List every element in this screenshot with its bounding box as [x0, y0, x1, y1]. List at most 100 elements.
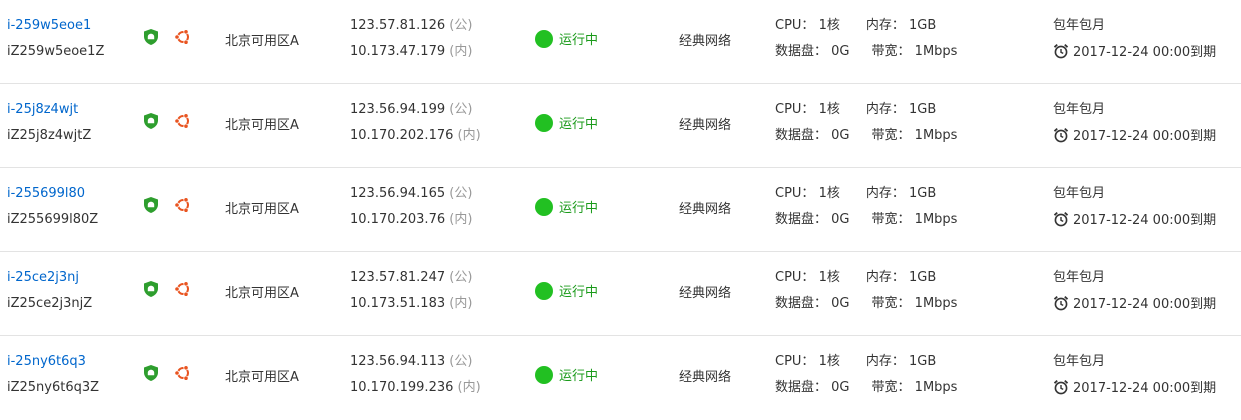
spec-cell: CPU： 1核 内存： 1GB 数据盘： 0G 带宽： 1Mbps — [775, 336, 1035, 420]
spec-line-2: 数据盘： 0G 带宽： 1Mbps — [775, 380, 958, 395]
instance-id-cell: i-25j8z4wjt iZ25j8z4wjtZ — [7, 84, 137, 168]
private-ip: 10.173.51.183 (内) — [350, 296, 473, 311]
spec-line-2: 数据盘： 0G 带宽： 1Mbps — [775, 128, 958, 143]
private-ip: 10.173.47.179 (内) — [350, 44, 473, 59]
instance-hostname: iZ259w5eoe1Z — [7, 44, 105, 59]
spec-line-1: CPU： 1核 内存： 1GB — [775, 18, 937, 33]
ubuntu-icon — [174, 364, 192, 382]
status-indicator: 运行中 — [535, 197, 598, 216]
spec-line-1: CPU： 1核 内存： 1GB — [775, 354, 937, 369]
instance-id-link[interactable]: i-25ce2j3nj — [7, 269, 79, 287]
public-ip: 123.56.94.165 (公) — [350, 186, 473, 201]
public-ip: 123.57.81.247 (公) — [350, 270, 473, 285]
status-text: 运行中 — [559, 369, 599, 384]
instance-hostname: iZ25ce2j3njZ — [7, 296, 93, 311]
shield-icon[interactable] — [142, 364, 160, 382]
billing-type: 包年包月 — [1053, 354, 1106, 369]
table-row: i-255699l80 iZ255699l80Z 北京可用区A 123.56.9… — [0, 168, 1241, 252]
status-indicator: 运行中 — [535, 29, 598, 48]
status-dot-icon — [535, 365, 553, 384]
spec-line-1: CPU： 1核 内存： 1GB — [775, 102, 937, 117]
status-indicator: 运行中 — [535, 281, 598, 300]
status-text: 运行中 — [559, 33, 599, 48]
table-row: i-25ce2j3nj iZ25ce2j3njZ 北京可用区A 123.57.8… — [0, 252, 1241, 336]
billing-cell: 包年包月 2017-12-24 00:00到期 — [1053, 336, 1238, 420]
billing-type: 包年包月 — [1053, 102, 1106, 117]
billing-type: 包年包月 — [1053, 18, 1106, 33]
alarm-clock-icon — [1053, 379, 1069, 395]
ubuntu-icon — [174, 112, 192, 130]
instance-table: i-259w5eoe1 iZ259w5eoe1Z 北京可用区A 123.57.8… — [0, 0, 1241, 420]
network-type: 经典网络 — [679, 118, 732, 133]
spec-cell: CPU： 1核 内存： 1GB 数据盘： 0G 带宽： 1Mbps — [775, 0, 1035, 84]
shield-icon[interactable] — [142, 280, 160, 298]
zone-text: 北京可用区A — [225, 34, 299, 49]
network-type: 经典网络 — [679, 286, 732, 301]
public-ip: 123.56.94.199 (公) — [350, 102, 473, 117]
instance-id-link[interactable]: i-255699l80 — [7, 185, 85, 203]
billing-type: 包年包月 — [1053, 270, 1106, 285]
status-indicator: 运行中 — [535, 113, 598, 132]
status-dot-icon — [535, 197, 553, 216]
spec-line-1: CPU： 1核 内存： 1GB — [775, 186, 937, 201]
alarm-clock-icon — [1053, 211, 1069, 227]
ip-cell: 123.57.81.126 (公) 10.173.47.179 (内) — [350, 0, 530, 84]
alarm-clock-icon — [1053, 295, 1069, 311]
alarm-clock-icon — [1053, 43, 1069, 59]
private-ip: 10.170.202.176 (内) — [350, 128, 481, 143]
network-type: 经典网络 — [679, 370, 732, 385]
public-ip: 123.56.94.113 (公) — [350, 354, 473, 369]
shield-icon[interactable] — [142, 112, 160, 130]
ubuntu-icon — [174, 28, 192, 46]
ip-cell: 123.56.94.113 (公) 10.170.199.236 (内) — [350, 336, 530, 420]
private-ip: 10.170.199.236 (内) — [350, 380, 481, 395]
zone-text: 北京可用区A — [225, 202, 299, 217]
billing-cell: 包年包月 2017-12-24 00:00到期 — [1053, 84, 1238, 168]
spec-cell: CPU： 1核 内存： 1GB 数据盘： 0G 带宽： 1Mbps — [775, 168, 1035, 252]
ip-cell: 123.56.94.165 (公) 10.170.203.76 (内) — [350, 168, 530, 252]
instance-hostname: iZ25ny6t6q3Z — [7, 380, 100, 395]
zone-text: 北京可用区A — [225, 370, 299, 385]
billing-cell: 包年包月 2017-12-24 00:00到期 — [1053, 0, 1238, 84]
spec-line-2: 数据盘： 0G 带宽： 1Mbps — [775, 212, 958, 227]
expire-date: 2017-12-24 00:00到期 — [1053, 127, 1216, 146]
instance-id-link[interactable]: i-259w5eoe1 — [7, 17, 91, 35]
zone-text: 北京可用区A — [225, 286, 299, 301]
instance-id-link[interactable]: i-25j8z4wjt — [7, 101, 78, 119]
status-dot-icon — [535, 29, 553, 48]
status-text: 运行中 — [559, 285, 599, 300]
expire-date: 2017-12-24 00:00到期 — [1053, 379, 1216, 398]
status-indicator: 运行中 — [535, 365, 598, 384]
spec-cell: CPU： 1核 内存： 1GB 数据盘： 0G 带宽： 1Mbps — [775, 84, 1035, 168]
spec-line-1: CPU： 1核 内存： 1GB — [775, 270, 937, 285]
status-dot-icon — [535, 281, 553, 300]
expire-date: 2017-12-24 00:00到期 — [1053, 295, 1216, 314]
zone-text: 北京可用区A — [225, 118, 299, 133]
spec-cell: CPU： 1核 内存： 1GB 数据盘： 0G 带宽： 1Mbps — [775, 252, 1035, 336]
instance-id-cell: i-25ny6t6q3 iZ25ny6t6q3Z — [7, 336, 137, 420]
status-text: 运行中 — [559, 201, 599, 216]
network-type: 经典网络 — [679, 202, 732, 217]
network-type: 经典网络 — [679, 34, 732, 49]
shield-icon[interactable] — [142, 28, 160, 46]
spec-line-2: 数据盘： 0G 带宽： 1Mbps — [775, 44, 958, 59]
instance-hostname: iZ255699l80Z — [7, 212, 99, 227]
public-ip: 123.57.81.126 (公) — [350, 18, 473, 33]
private-ip: 10.170.203.76 (内) — [350, 212, 473, 227]
shield-icon[interactable] — [142, 196, 160, 214]
instance-id-cell: i-255699l80 iZ255699l80Z — [7, 168, 137, 252]
instance-id-cell: i-259w5eoe1 iZ259w5eoe1Z — [7, 0, 137, 84]
ubuntu-icon — [174, 196, 192, 214]
instance-id-cell: i-25ce2j3nj iZ25ce2j3njZ — [7, 252, 137, 336]
status-dot-icon — [535, 113, 553, 132]
status-text: 运行中 — [559, 117, 599, 132]
instance-hostname: iZ25j8z4wjtZ — [7, 128, 92, 143]
table-row: i-25ny6t6q3 iZ25ny6t6q3Z 北京可用区A 123.56.9… — [0, 336, 1241, 420]
table-row: i-259w5eoe1 iZ259w5eoe1Z 北京可用区A 123.57.8… — [0, 0, 1241, 84]
ip-cell: 123.57.81.247 (公) 10.173.51.183 (内) — [350, 252, 530, 336]
billing-type: 包年包月 — [1053, 186, 1106, 201]
ubuntu-icon — [174, 280, 192, 298]
ip-cell: 123.56.94.199 (公) 10.170.202.176 (内) — [350, 84, 530, 168]
alarm-clock-icon — [1053, 127, 1069, 143]
instance-id-link[interactable]: i-25ny6t6q3 — [7, 353, 86, 371]
